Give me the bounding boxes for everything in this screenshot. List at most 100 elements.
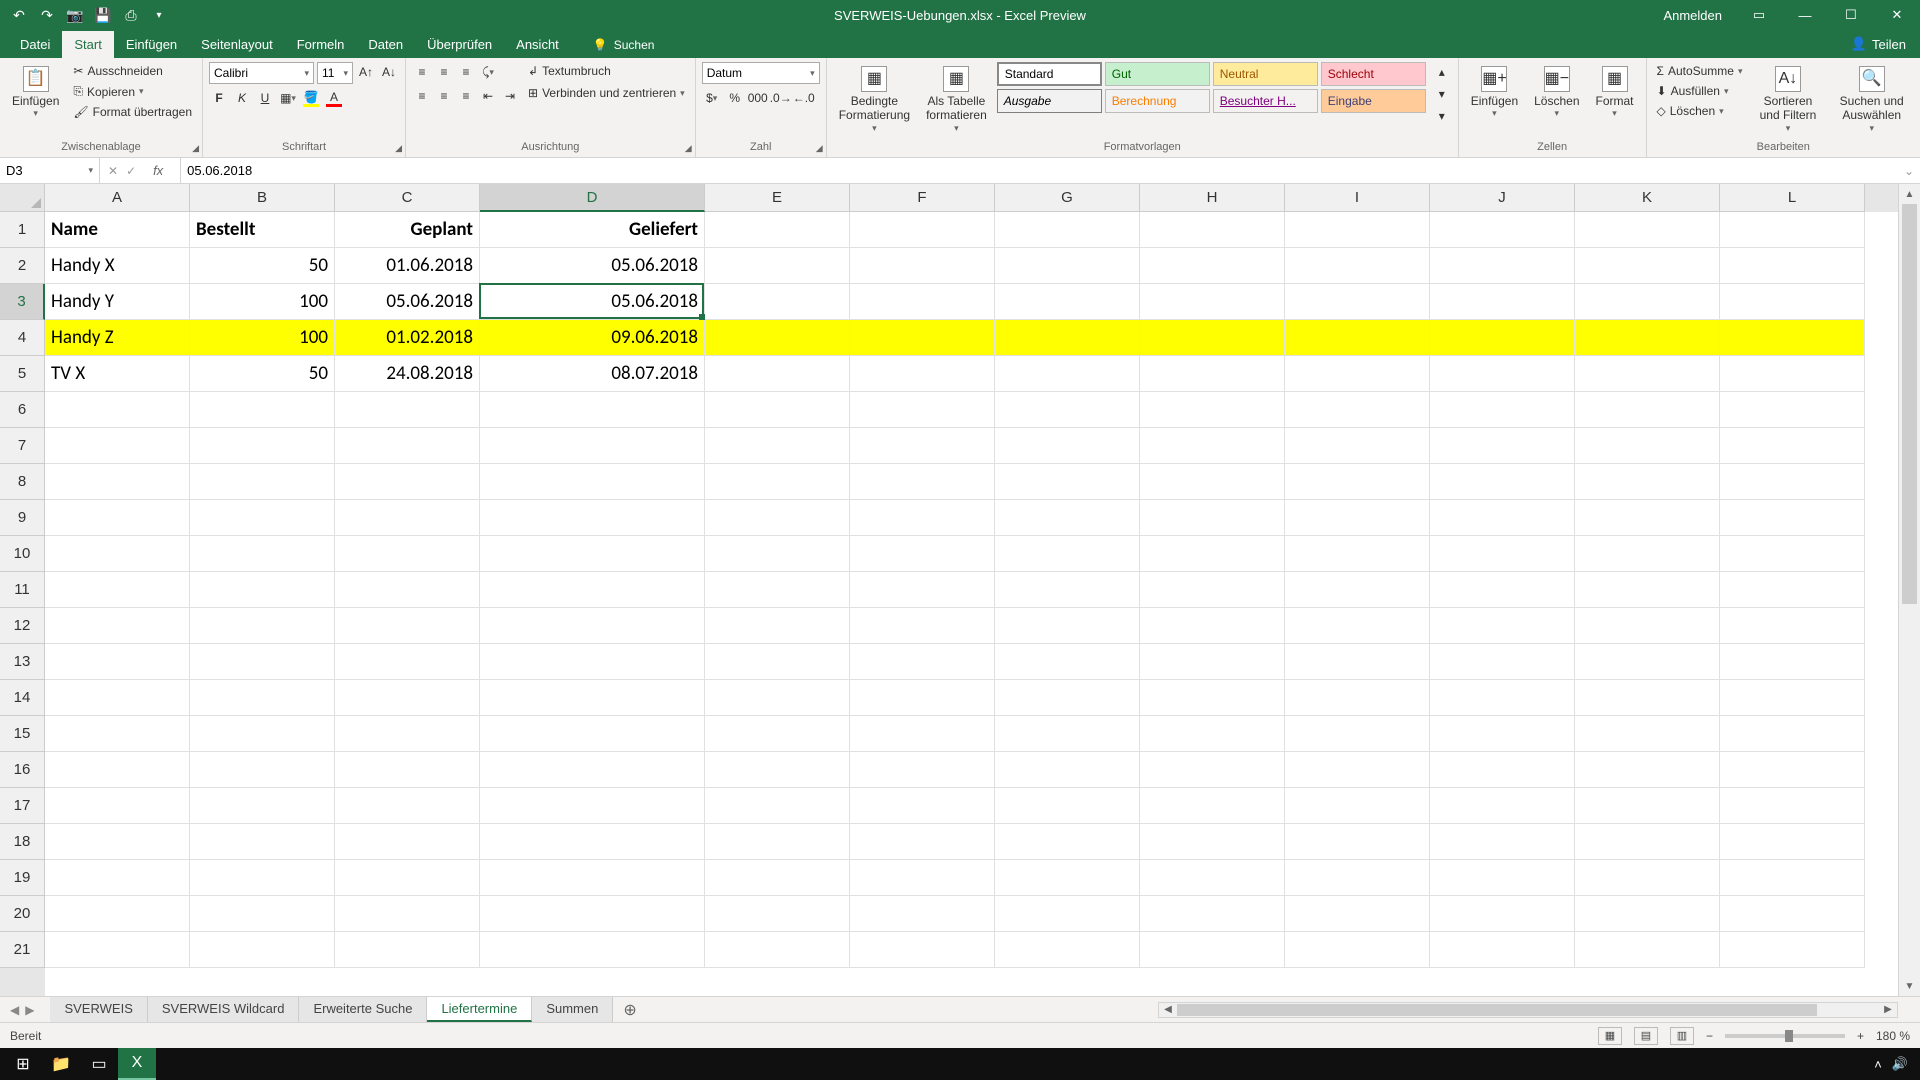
cell[interactable] (45, 824, 190, 860)
cell[interactable] (480, 716, 705, 752)
tab-file[interactable]: Datei (8, 31, 62, 58)
row-header-16[interactable]: 16 (0, 752, 45, 788)
cell[interactable] (850, 428, 995, 464)
cell[interactable] (45, 464, 190, 500)
cells-area[interactable]: NameBestelltGeplantGeliefertHandy X5001.… (45, 212, 1898, 996)
find-select-button[interactable]: 🔍Suchen und Auswählen▾ (1829, 62, 1914, 138)
style-eingabe[interactable]: Eingabe (1321, 89, 1426, 113)
cell[interactable] (995, 572, 1140, 608)
cell[interactable] (480, 932, 705, 968)
cell[interactable]: 01.02.2018 (335, 320, 480, 356)
cell[interactable]: 50 (190, 356, 335, 392)
cell[interactable] (995, 788, 1140, 824)
cell[interactable] (850, 320, 995, 356)
cell[interactable] (45, 428, 190, 464)
tray-up-icon[interactable]: ˄ (1874, 1057, 1882, 1072)
cell[interactable] (190, 932, 335, 968)
col-header-B[interactable]: B (190, 184, 335, 212)
cell[interactable] (705, 500, 850, 536)
save-icon[interactable]: 💾 (94, 6, 112, 24)
row-header-6[interactable]: 6 (0, 392, 45, 428)
number-launcher-icon[interactable]: ◢ (816, 143, 823, 154)
cell[interactable] (705, 572, 850, 608)
cell[interactable] (705, 320, 850, 356)
autosum-button[interactable]: Σ AutoSumme ▾ (1653, 62, 1747, 80)
style-schlecht[interactable]: Schlecht (1321, 62, 1426, 86)
cell[interactable] (45, 896, 190, 932)
cell[interactable] (45, 500, 190, 536)
cell[interactable] (1140, 500, 1285, 536)
cell[interactable] (190, 392, 335, 428)
cell[interactable] (1285, 716, 1430, 752)
cell[interactable] (480, 752, 705, 788)
cell[interactable] (1720, 356, 1865, 392)
start-button[interactable]: ⊞ (4, 1048, 42, 1080)
cell[interactable] (335, 464, 480, 500)
cell[interactable] (190, 680, 335, 716)
cell[interactable] (995, 392, 1140, 428)
pagelayout-view-icon[interactable]: ▤ (1634, 1027, 1658, 1045)
horizontal-scrollbar[interactable]: ◀ ▶ (1158, 1002, 1898, 1018)
cell[interactable] (1720, 608, 1865, 644)
cell[interactable] (1720, 788, 1865, 824)
cell[interactable]: Geplant (335, 212, 480, 248)
cell[interactable] (850, 680, 995, 716)
normal-view-icon[interactable]: ▦ (1598, 1027, 1622, 1045)
cell[interactable] (1575, 932, 1720, 968)
cell[interactable] (995, 320, 1140, 356)
font-size-select[interactable]: 11▾ (317, 62, 353, 84)
vscroll-thumb[interactable] (1902, 204, 1917, 604)
cell[interactable] (1140, 212, 1285, 248)
cell[interactable] (1140, 392, 1285, 428)
cell[interactable] (480, 860, 705, 896)
cell[interactable] (190, 536, 335, 572)
cell[interactable] (995, 680, 1140, 716)
signin-link[interactable]: Anmelden (1649, 0, 1736, 30)
tab-start[interactable]: Start (62, 31, 113, 58)
share-button[interactable]: 👤 Teilen (1837, 30, 1920, 58)
cell[interactable] (995, 284, 1140, 320)
cell[interactable] (1575, 428, 1720, 464)
redo-icon[interactable]: ↷ (38, 6, 56, 24)
number-format-select[interactable]: Datum▾ (702, 62, 820, 84)
cell[interactable] (45, 572, 190, 608)
row-header-20[interactable]: 20 (0, 896, 45, 932)
align-right-icon[interactable]: ≡ (456, 86, 476, 106)
sheet-tab[interactable]: Liefertermine (427, 997, 532, 1022)
cell[interactable] (1140, 572, 1285, 608)
cell[interactable] (1575, 680, 1720, 716)
cell[interactable] (995, 824, 1140, 860)
format-cells-button[interactable]: ▦Format▾ (1590, 62, 1640, 123)
cell[interactable] (190, 824, 335, 860)
cell[interactable] (1430, 284, 1575, 320)
cell[interactable] (480, 464, 705, 500)
cell[interactable]: 01.06.2018 (335, 248, 480, 284)
formula-cancel-icon[interactable]: ✕ (108, 164, 118, 178)
cell[interactable] (1285, 392, 1430, 428)
format-painter-button[interactable]: 🖌 Format übertragen (69, 103, 196, 121)
cell[interactable] (335, 500, 480, 536)
cell[interactable] (190, 464, 335, 500)
cell[interactable] (335, 860, 480, 896)
cell[interactable] (1285, 212, 1430, 248)
file-explorer-icon[interactable]: 📁 (42, 1048, 80, 1080)
cell[interactable] (45, 752, 190, 788)
col-header-G[interactable]: G (995, 184, 1140, 212)
cell[interactable] (1575, 608, 1720, 644)
cell[interactable] (1720, 392, 1865, 428)
cell[interactable] (850, 608, 995, 644)
cell[interactable] (1285, 788, 1430, 824)
cell[interactable] (1285, 932, 1430, 968)
row-header-1[interactable]: 1 (0, 212, 45, 248)
cell[interactable]: 05.06.2018 (480, 248, 705, 284)
align-middle-icon[interactable]: ≡ (434, 62, 454, 82)
col-header-D[interactable]: D (480, 184, 705, 212)
cell[interactable] (1285, 356, 1430, 392)
formula-enter-icon[interactable]: ✓ (126, 164, 136, 178)
cell[interactable] (335, 716, 480, 752)
cell[interactable]: Handy Y (45, 284, 190, 320)
cell[interactable] (1575, 536, 1720, 572)
cell[interactable] (705, 392, 850, 428)
cell[interactable] (335, 824, 480, 860)
cell[interactable] (995, 536, 1140, 572)
